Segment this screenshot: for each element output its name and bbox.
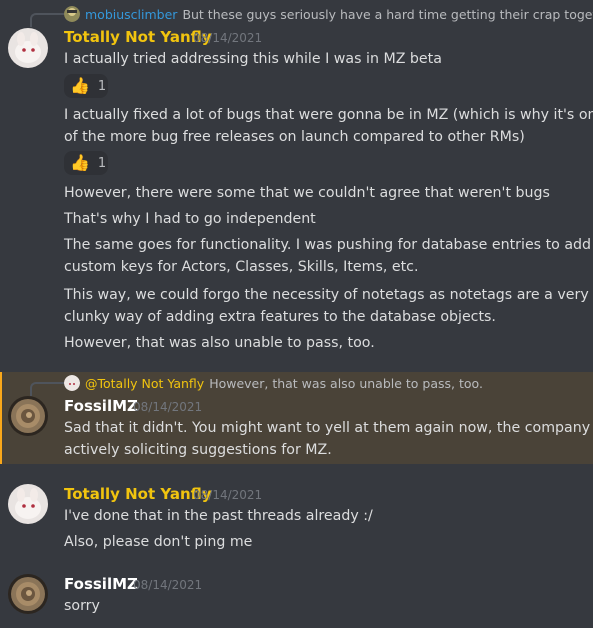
message-line: The same goes for functionality. I was p… [64, 237, 593, 253]
reply-preview[interactable]: mobiusclimber But these guys seriously h… [30, 4, 593, 27]
avatar[interactable] [8, 396, 48, 436]
reply-text[interactable]: However, that was also unable to pass, t… [209, 376, 483, 391]
mobiusclimber-avatar[interactable] [64, 6, 80, 22]
avatar[interactable] [8, 574, 48, 614]
message-line: That's why I had to go independent [64, 211, 316, 227]
message-line: However, that was also unable to pass, t… [64, 335, 375, 351]
message-line: clunky way of adding extra features to t… [64, 309, 496, 325]
reply-text[interactable]: But these guys seriously have a hard tim… [182, 7, 593, 22]
author-name[interactable]: FossilMZ [64, 574, 138, 594]
reaction-count: 1 [97, 78, 107, 94]
message-line: This way, we could forgo the necessity o… [64, 287, 589, 303]
mention-highlight-bar [0, 372, 2, 464]
message-line: I've done that in the past threads alrea… [64, 508, 373, 524]
message-line: However, there were some that we couldn'… [64, 185, 550, 201]
avatar[interactable] [8, 484, 48, 524]
thumbs-up-icon: 👍 [70, 153, 90, 172]
reply-mention[interactable]: @Totally Not Yanfly [85, 376, 204, 391]
reaction-count: 1 [97, 155, 107, 171]
author-name[interactable]: FossilMZ [64, 396, 138, 416]
reply-spine [30, 13, 64, 27]
reply-author[interactable]: mobiusclimber [85, 7, 177, 22]
message-line: of the more bug free releases on launch … [64, 129, 525, 145]
message-line: actively soliciting suggestions for MZ. [64, 442, 332, 458]
reaction[interactable]: 👍 1 [64, 151, 108, 175]
timestamp: 08/14/2021 [133, 578, 203, 592]
yanfly-mini-avatar[interactable] [64, 375, 80, 391]
reply-spine [30, 382, 64, 396]
timestamp: 08/14/2021 [133, 400, 203, 414]
message-line: sorry [64, 598, 100, 614]
reaction[interactable]: 👍 1 [64, 74, 108, 98]
message-line: I actually fixed a lot of bugs that were… [64, 107, 593, 123]
avatar[interactable] [8, 28, 48, 68]
author-name[interactable]: Totally Not Yanfly [64, 27, 212, 47]
message-line: custom keys for Actors, Classes, Skills,… [64, 259, 419, 275]
timestamp: 08/14/2021 [193, 488, 263, 502]
timestamp: 08/14/2021 [193, 31, 263, 45]
reply-preview[interactable]: @Totally Not Yanfly However, that was al… [30, 373, 483, 396]
message-line: Also, please don't ping me [64, 534, 253, 550]
thumbs-up-icon: 👍 [70, 76, 90, 95]
message-line: Sad that it didn't. You might want to ye… [64, 420, 593, 436]
message-line: I actually tried addressing this while I… [64, 51, 442, 67]
author-name[interactable]: Totally Not Yanfly [64, 484, 212, 504]
